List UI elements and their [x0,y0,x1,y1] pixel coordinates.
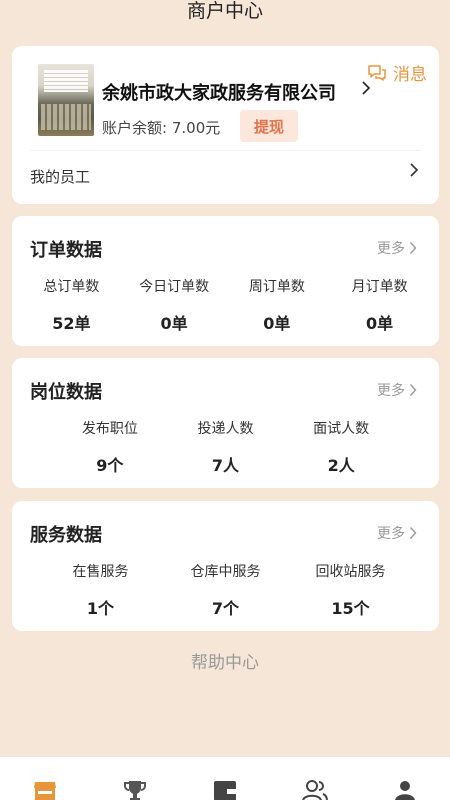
chevron-right-icon [409,384,417,396]
stat-value: 0单 [263,314,291,333]
stat-label: 在售服务 [72,564,129,580]
my-staff-link[interactable]: 我的员工 [30,166,90,187]
chat-icon [368,64,386,81]
stat-recycle-bin[interactable]: 回收站服务 15个 [291,561,411,619]
chevron-right-icon [409,242,417,254]
message-button[interactable]: 消息 [367,60,427,85]
stat-label: 发布职位 [81,421,138,437]
top-bar: 商户中心 [0,0,450,34]
stat-applicants[interactable]: 投递人数 7人 [170,418,280,476]
divider [30,150,421,151]
stat-month-orders[interactable]: 月订单数 0单 [330,276,430,334]
more-label: 更多 [377,241,405,257]
balance-value: 7.00元 [171,119,221,137]
tab-wallet[interactable] [195,757,255,800]
section-title: 订单数据 [30,240,102,261]
service-data-card: 服务数据 更多 在售服务 1个 仓库中服务 7个 回收站服务 15个 [12,501,439,631]
stat-label: 回收站服务 [315,564,386,580]
bottom-tab-bar [0,756,450,800]
help-center-link[interactable]: 帮助中心 [0,648,450,673]
tab-profile[interactable] [375,757,435,800]
stat-value: 1个 [86,599,115,618]
stat-value: 0单 [366,314,394,333]
job-data-card: 岗位数据 更多 发布职位 9个 投递人数 7人 面试人数 2人 [12,358,439,488]
balance-text: 账户余额: 7.00元 [102,117,220,138]
stat-value: 7个 [211,599,240,618]
more-label: 更多 [377,526,405,542]
chevron-right-icon[interactable] [409,162,419,182]
stat-today-orders[interactable]: 今日订单数 0单 [124,276,224,334]
withdraw-button[interactable]: 提现 [240,110,298,142]
stat-week-orders[interactable]: 周订单数 0单 [227,276,327,334]
users-icon [302,780,328,800]
more-label: 更多 [377,383,405,399]
stat-label: 仓库中服务 [190,564,261,580]
stat-value: 52单 [52,314,91,333]
stat-published-jobs[interactable]: 发布职位 9个 [55,418,165,476]
balance-label: 账户余额: [102,119,168,137]
order-data-card: 订单数据 更多 总订单数 52单 今日订单数 0单 周订单数 0单 月订单数 0… [12,216,439,346]
section-title: 服务数据 [30,525,102,546]
trophy-icon [124,781,146,800]
stat-in-warehouse[interactable]: 仓库中服务 7个 [166,561,286,619]
more-button[interactable]: 更多 [377,523,417,543]
stat-interviews[interactable]: 面试人数 2人 [286,418,396,476]
tab-trophy[interactable] [105,757,165,800]
merchant-avatar[interactable] [38,64,94,136]
stat-value: 9个 [96,456,124,475]
more-button[interactable]: 更多 [377,238,417,258]
merchant-card: 消息 余姚市政大家政服务有限公司 账户余额: 7.00元 提现 我的员工 [12,46,439,204]
stat-value: 0单 [160,314,188,333]
tab-users[interactable] [285,757,345,800]
message-label: 消息 [393,65,427,85]
company-name[interactable]: 余姚市政大家政服务有限公司 [102,79,336,105]
stat-label: 面试人数 [313,421,370,437]
stat-label: 投递人数 [197,421,254,437]
person-icon [395,781,415,800]
chevron-right-icon [409,527,417,539]
stat-label: 月订单数 [351,279,408,295]
stat-value: 7人 [211,456,240,475]
stat-label: 总订单数 [43,279,100,295]
stat-value: 15个 [331,599,370,618]
tab-store[interactable] [15,757,75,800]
stat-on-sale[interactable]: 在售服务 1个 [41,561,161,619]
page-title: 商户中心 [186,0,263,22]
chevron-right-icon[interactable] [361,80,371,100]
store-icon [34,782,56,800]
stat-value: 2人 [327,456,355,475]
more-button[interactable]: 更多 [377,380,417,400]
section-title: 岗位数据 [30,382,102,403]
stat-total-orders[interactable]: 总订单数 52单 [21,276,121,334]
wallet-icon [214,781,236,800]
stat-label: 今日订单数 [139,279,210,295]
stat-label: 周订单数 [248,279,305,295]
